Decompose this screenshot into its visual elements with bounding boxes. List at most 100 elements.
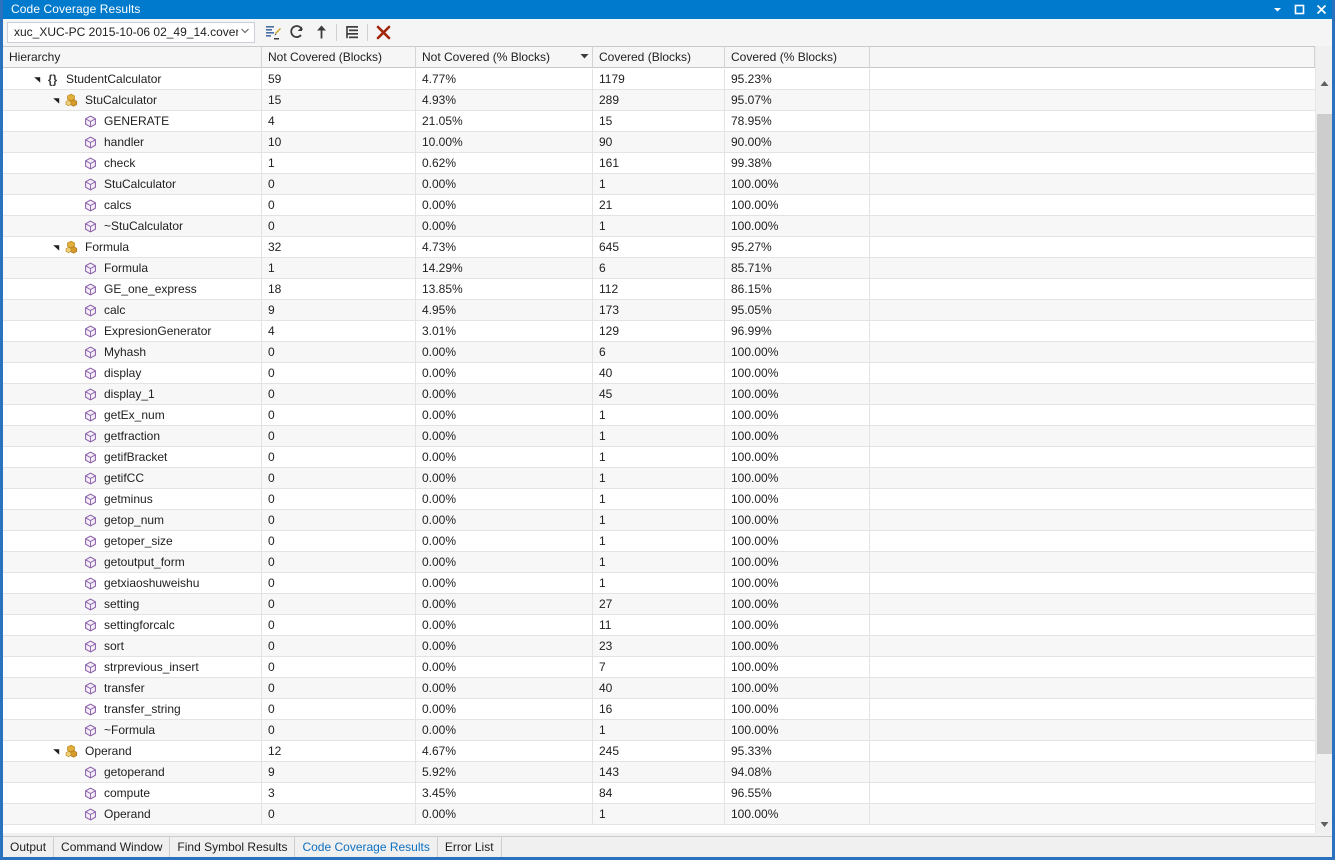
column-header-filler[interactable] [870,47,1315,67]
table-row[interactable]: getoperand 9 5.92% 143 94.08% [3,762,1332,783]
tab-code-coverage-results[interactable]: Code Coverage Results [295,837,438,857]
table-row[interactable]: settingforcalc 0 0.00% 11 100.00% [3,615,1332,636]
column-header-not_covered_blocks[interactable]: Not Covered (Blocks) [262,47,416,67]
tab-error-list[interactable]: Error List [438,837,502,857]
tree-node[interactable]: check [3,153,261,173]
tree-expander-icon[interactable] [31,75,44,84]
grid-rows[interactable]: {} StudentCalculator 59 4.77% 1179 95.23% StuC… [3,69,1332,833]
tree-node[interactable]: Operand [3,804,261,824]
table-row[interactable]: getop_num 0 0.00% 1 100.00% [3,510,1332,531]
tab-find-symbol-results[interactable]: Find Symbol Results [170,837,296,857]
show-code-coverage-coloring-icon[interactable] [262,21,284,43]
tree-node[interactable]: getminus [3,489,261,509]
table-row[interactable]: getoper_size 0 0.00% 1 100.00% [3,531,1332,552]
table-row[interactable]: handler 10 10.00% 90 90.00% [3,132,1332,153]
table-row[interactable]: calcs 0 0.00% 21 100.00% [3,195,1332,216]
table-row[interactable]: ExpresionGenerator 4 3.01% 129 96.99% [3,321,1332,342]
scrollbar-track[interactable] [1316,92,1332,816]
tree-node[interactable]: {} StudentCalculator [3,69,261,89]
table-row[interactable]: getfraction 0 0.00% 1 100.00% [3,426,1332,447]
table-row[interactable]: Operand 0 0.00% 1 100.00% [3,804,1332,825]
table-row[interactable]: getEx_num 0 0.00% 1 100.00% [3,405,1332,426]
column-header-covered_blocks[interactable]: Covered (Blocks) [593,47,725,67]
column-header-hierarchy[interactable]: Hierarchy [3,47,262,67]
table-row[interactable]: GENERATE 4 21.05% 15 78.95% [3,111,1332,132]
tree-node[interactable]: settingforcalc [3,615,261,635]
close-icon[interactable] [1310,0,1332,19]
delete-results-icon[interactable] [372,21,394,43]
tree-node[interactable]: getoper_size [3,531,261,551]
tree-node[interactable]: calcs [3,195,261,215]
tree-node[interactable]: display_1 [3,384,261,404]
tree-node[interactable]: getoutput_form [3,552,261,572]
tree-expander-icon[interactable] [50,243,63,252]
table-row[interactable]: {} StudentCalculator 59 4.77% 1179 95.23% [3,69,1332,90]
table-row[interactable]: Formula 1 14.29% 6 85.71% [3,258,1332,279]
table-row[interactable]: display_1 0 0.00% 45 100.00% [3,384,1332,405]
tree-node[interactable]: getEx_num [3,405,261,425]
table-row[interactable]: sort 0 0.00% 23 100.00% [3,636,1332,657]
table-row[interactable]: compute 3 3.45% 84 96.55% [3,783,1332,804]
tree-node[interactable]: handler [3,132,261,152]
table-row[interactable]: Operand 12 4.67% 245 95.33% [3,741,1332,762]
merge-results-icon[interactable] [286,21,308,43]
tree-node[interactable]: calc [3,300,261,320]
tree-node[interactable]: getoperand [3,762,261,782]
export-results-icon[interactable] [310,21,332,43]
column-header-not_covered_pct[interactable]: Not Covered (% Blocks) [416,47,593,67]
tree-node[interactable]: Myhash [3,342,261,362]
table-row[interactable]: getxiaoshuweishu 0 0.00% 1 100.00% [3,573,1332,594]
table-row[interactable]: transfer 0 0.00% 40 100.00% [3,678,1332,699]
tree-node[interactable]: StuCalculator [3,90,261,110]
table-row[interactable]: Myhash 0 0.00% 6 100.00% [3,342,1332,363]
tree-node[interactable]: Formula [3,237,261,257]
table-row[interactable]: check 1 0.62% 161 99.38% [3,153,1332,174]
tree-node[interactable]: Formula [3,258,261,278]
tree-expander-icon[interactable] [50,747,63,756]
table-row[interactable]: strprevious_insert 0 0.00% 7 100.00% [3,657,1332,678]
table-row[interactable]: calc 9 4.95% 173 95.05% [3,300,1332,321]
tab-command-window[interactable]: Command Window [54,837,171,857]
table-row[interactable]: transfer_string 0 0.00% 16 100.00% [3,699,1332,720]
scroll-up-icon[interactable] [1316,75,1332,92]
table-row[interactable]: StuCalculator 15 4.93% 289 95.07% [3,90,1332,111]
table-row[interactable]: StuCalculator 0 0.00% 1 100.00% [3,174,1332,195]
table-row[interactable]: getifCC 0 0.00% 1 100.00% [3,468,1332,489]
tree-node[interactable]: ~StuCalculator [3,216,261,236]
import-results-icon[interactable] [341,21,363,43]
tab-output[interactable]: Output [3,837,55,857]
tree-node[interactable]: setting [3,594,261,614]
tree-node[interactable]: getop_num [3,510,261,530]
scroll-down-icon[interactable] [1316,816,1332,833]
tree-expander-icon[interactable] [50,96,63,105]
table-row[interactable]: Formula 32 4.73% 645 95.27% [3,237,1332,258]
tree-node[interactable]: getxiaoshuweishu [3,573,261,593]
tree-node[interactable]: StuCalculator [3,174,261,194]
tree-node[interactable]: display [3,363,261,383]
tree-node[interactable]: compute [3,783,261,803]
maximize-icon[interactable] [1288,0,1310,19]
tree-node[interactable]: strprevious_insert [3,657,261,677]
tree-node[interactable]: GENERATE [3,111,261,131]
table-row[interactable]: display 0 0.00% 40 100.00% [3,363,1332,384]
tree-node[interactable]: getifCC [3,468,261,488]
tree-node[interactable]: Operand [3,741,261,761]
tree-node[interactable]: ExpresionGenerator [3,321,261,341]
tree-node[interactable]: sort [3,636,261,656]
chevron-down-icon[interactable] [238,28,252,36]
table-row[interactable]: setting 0 0.00% 27 100.00% [3,594,1332,615]
table-row[interactable]: GE_one_express 18 13.85% 112 86.15% [3,279,1332,300]
table-row[interactable]: getifBracket 0 0.00% 1 100.00% [3,447,1332,468]
column-header-covered_pct[interactable]: Covered (% Blocks) [725,47,870,67]
tree-node[interactable]: getfraction [3,426,261,446]
tree-node[interactable]: GE_one_express [3,279,261,299]
table-row[interactable]: ~StuCalculator 0 0.00% 1 100.00% [3,216,1332,237]
tree-node[interactable]: getifBracket [3,447,261,467]
tree-node[interactable]: ~Formula [3,720,261,740]
vertical-scrollbar[interactable] [1315,46,1332,833]
scrollbar-thumb[interactable] [1317,114,1332,754]
table-row[interactable]: ~Formula 0 0.00% 1 100.00% [3,720,1332,741]
table-row[interactable]: getoutput_form 0 0.00% 1 100.00% [3,552,1332,573]
chevron-down-icon[interactable] [1266,0,1288,19]
coverage-file-dropdown[interactable]: xuc_XUC-PC 2015-10-06 02_49_14.cover [7,21,255,43]
